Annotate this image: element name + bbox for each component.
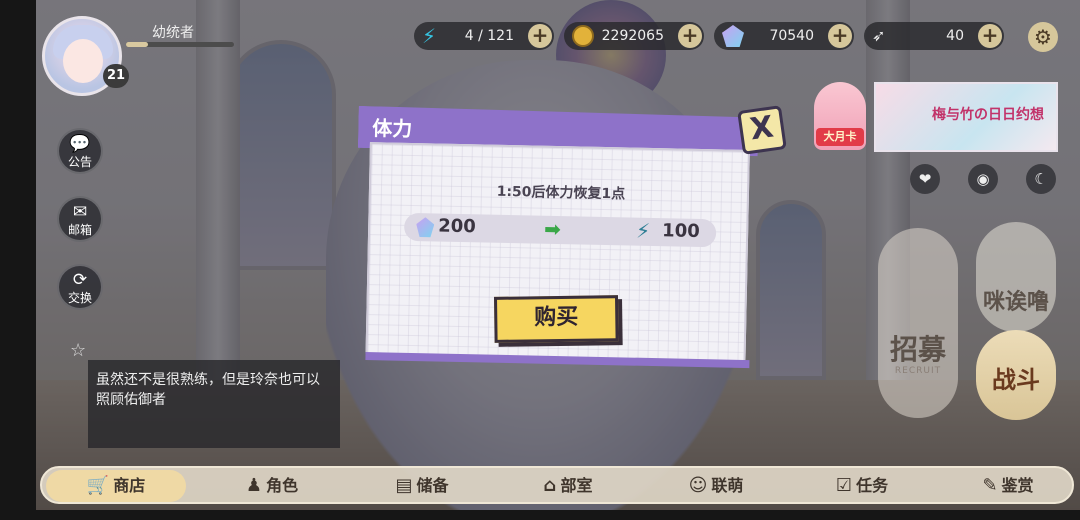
nav-label: 任务 <box>856 476 889 495</box>
mail-icon: ✉ <box>72 202 88 222</box>
gem-icon <box>722 25 744 47</box>
player-level-badge: 21 <box>103 64 129 88</box>
nav-label: 角色 <box>266 476 299 495</box>
avatar-face <box>63 39 103 83</box>
wing-icon: ➶ <box>872 26 886 45</box>
nav-label: 联萌 <box>711 476 744 495</box>
event-banner[interactable]: 梅与竹の日日约想 <box>874 82 1058 152</box>
wing-value: 40 <box>946 28 964 44</box>
wing-counter: ➶ 40 + <box>864 22 1004 50</box>
wing-add-button[interactable]: + <box>978 24 1002 48</box>
letterbox-bottom <box>0 510 1080 520</box>
gallery-icon: ✎ <box>982 475 998 496</box>
exp-bar-fill <box>126 42 148 47</box>
mimilu-button[interactable]: 咪诶噜 <box>976 222 1056 332</box>
lightning-icon: ⚡ <box>422 24 437 48</box>
announcement-label: 公告 <box>67 155 92 169</box>
nav-item-room[interactable]: ⌂ 部室 <box>508 470 628 502</box>
moon-icon[interactable]: ☾ <box>1026 164 1056 194</box>
exchange-label: 交换 <box>67 291 92 305</box>
bottom-nav: 🛒 商店 ♟ 角色 ▤ 储备 ⌂ 部室 ☺ 联萌 ☑ 任务 ✎ 鉴赏 <box>40 466 1074 504</box>
lightning-icon: ⚡ <box>635 218 651 243</box>
recruit-button[interactable]: 招募 RECRUIT <box>878 228 958 418</box>
arrow-right-icon: ➡ <box>543 216 562 242</box>
recover-timer-text: 1:50后体力恢复1点 <box>496 183 626 203</box>
coin-counter: 2292065 + <box>564 22 704 50</box>
nav-label: 储备 <box>416 476 449 495</box>
recruit-sublabel: RECRUIT <box>894 366 942 376</box>
nav-label: 商店 <box>113 476 146 495</box>
eye-icon[interactable]: ◉ <box>968 164 998 194</box>
star-icon[interactable]: ☆ <box>70 340 86 361</box>
coin-value: 2292065 <box>601 28 664 44</box>
shop-icon: 🛒 <box>86 475 110 496</box>
nav-label: 部室 <box>560 476 593 495</box>
nav-label: 鉴赏 <box>1001 476 1034 495</box>
nav-item-gallery[interactable]: ✎ 鉴赏 <box>948 470 1068 502</box>
mimilu-label: 咪诶噜 <box>982 290 1049 315</box>
stamina-value: 4 / 121 <box>464 28 514 44</box>
nav-item-task[interactable]: ☑ 任务 <box>802 470 922 502</box>
mailbox-button[interactable]: ✉ 邮箱 <box>57 196 103 242</box>
monthly-card-label: 大月卡 <box>816 128 864 146</box>
modal-body: 1:50后体力恢复1点 200 ➡ ⚡ 100 购买 <box>365 142 750 364</box>
nav-item-guild[interactable]: ☺ 联萌 <box>656 470 776 502</box>
gem-value: 70540 <box>769 28 814 44</box>
coin-add-button[interactable]: + <box>678 24 702 48</box>
close-icon[interactable]: X <box>737 105 787 155</box>
modal-title: 体力 <box>372 116 413 141</box>
stamina-purchase-modal: 体力 1:50后体力恢复1点 200 ➡ ⚡ 100 购买 <box>353 106 758 370</box>
event-banner-text: 梅与竹の日日约想 <box>932 107 1044 123</box>
letterbox-left <box>0 0 36 520</box>
character-dialog: 虽然还不是很熟练，但是玲奈也可以照顾佑御者 <box>88 360 340 448</box>
nav-item-character[interactable]: ♟ 角色 <box>212 470 332 502</box>
storage-icon: ▤ <box>395 475 413 496</box>
gem-cost: 200 <box>438 215 477 238</box>
stamina-counter: ⚡ 4 / 121 + <box>414 22 554 50</box>
exchange-button[interactable]: ⟳ 交换 <box>57 264 103 310</box>
chat-bubble-icon: 💬 <box>69 134 91 154</box>
gem-add-button[interactable]: + <box>828 24 852 48</box>
battle-button[interactable]: 战斗 <box>976 330 1056 420</box>
nav-item-shop[interactable]: 🛒 商店 <box>46 470 186 502</box>
task-icon: ☑ <box>835 475 853 496</box>
stamina-gain: 100 <box>661 220 700 243</box>
gem-icon <box>416 217 434 237</box>
swap-icon: ⟳ <box>72 270 88 290</box>
room-icon: ⌂ <box>543 475 557 496</box>
exp-bar <box>126 42 234 47</box>
heart-hands-icon[interactable]: ❤ <box>910 164 940 194</box>
coin-icon <box>572 25 594 47</box>
mailbox-label: 邮箱 <box>67 223 92 237</box>
battle-label: 战斗 <box>992 366 1040 394</box>
character-icon: ♟ <box>245 475 263 496</box>
gear-icon[interactable]: ⚙ <box>1028 22 1058 52</box>
exchange-rate-bar: 200 ➡ ⚡ 100 <box>403 212 717 248</box>
stamina-add-button[interactable]: + <box>528 24 552 48</box>
guild-icon: ☺ <box>688 475 708 496</box>
nav-item-storage[interactable]: ▤ 储备 <box>362 470 482 502</box>
monthly-card-event[interactable]: 大月卡 <box>814 82 866 150</box>
announcement-button[interactable]: 💬 公告 <box>57 128 103 174</box>
recruit-label: 招募 <box>889 333 946 366</box>
player-name: 幼统者 <box>152 25 194 41</box>
gem-counter: 70540 + <box>714 22 854 50</box>
buy-button[interactable]: 购买 <box>493 295 619 343</box>
